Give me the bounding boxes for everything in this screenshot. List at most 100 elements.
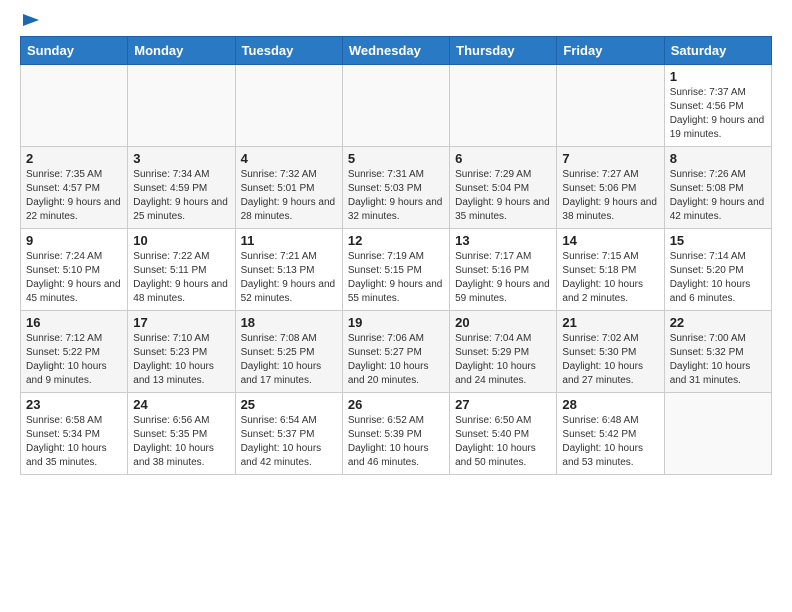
week-row-5: 23 Sunrise: 6:58 AM Sunset: 5:34 PM Dayli… xyxy=(21,393,772,475)
calendar-cell: 15Sunrise: 7:14 AM Sunset: 5:20 PM Dayli… xyxy=(664,229,771,311)
calendar-cell xyxy=(557,65,664,147)
calendar-cell: 18 Sunrise: 7:08 AM Sunset: 5:25 PM Dayli… xyxy=(235,311,342,393)
weekday-header-sunday: Sunday xyxy=(21,37,128,65)
day-info: Sunrise: 6:58 AM Sunset: 5:34 PM Dayligh… xyxy=(26,414,122,470)
week-row-2: 2Sunrise: 7:35 AM Sunset: 4:57 PM Daylig… xyxy=(21,147,772,229)
calendar-cell xyxy=(128,65,235,147)
day-number: 4 xyxy=(241,151,337,166)
logo xyxy=(20,16,43,26)
day-number: 17 xyxy=(133,315,229,330)
day-info: Sunrise: 7:34 AM Sunset: 4:59 PM Dayligh… xyxy=(133,168,229,224)
day-number: 7 xyxy=(562,151,658,166)
day-info: Sunrise: 6:52 AM Sunset: 5:39 PM Dayligh… xyxy=(348,414,444,470)
calendar-cell: 26 Sunrise: 6:52 AM Sunset: 5:39 PM Dayli… xyxy=(342,393,449,475)
calendar-page: SundayMondayTuesdayWednesdayThursdayFrid… xyxy=(0,0,792,491)
day-info: Sunrise: 6:50 AM Sunset: 5:40 PM Dayligh… xyxy=(455,414,551,470)
calendar-cell: 9Sunrise: 7:24 AM Sunset: 5:10 PM Daylig… xyxy=(21,229,128,311)
day-number: 12 xyxy=(348,233,444,248)
calendar-cell: 6 Sunrise: 7:29 AM Sunset: 5:04 PM Daylig… xyxy=(450,147,557,229)
weekday-header-row: SundayMondayTuesdayWednesdayThursdayFrid… xyxy=(21,37,772,65)
day-number: 26 xyxy=(348,397,444,412)
calendar-cell: 4 Sunrise: 7:32 AM Sunset: 5:01 PM Daylig… xyxy=(235,147,342,229)
calendar-cell xyxy=(235,65,342,147)
day-info: Sunrise: 7:26 AM Sunset: 5:08 PM Dayligh… xyxy=(670,168,766,224)
day-number: 23 xyxy=(26,397,122,412)
calendar-cell: 28Sunrise: 6:48 AM Sunset: 5:42 PM Dayli… xyxy=(557,393,664,475)
calendar-table: SundayMondayTuesdayWednesdayThursdayFrid… xyxy=(20,36,772,475)
calendar-cell: 16 Sunrise: 7:12 AM Sunset: 5:22 PM Dayli… xyxy=(21,311,128,393)
day-info: Sunrise: 7:31 AM Sunset: 5:03 PM Dayligh… xyxy=(348,168,444,224)
day-number: 9 xyxy=(26,233,122,248)
week-row-4: 16 Sunrise: 7:12 AM Sunset: 5:22 PM Dayli… xyxy=(21,311,772,393)
week-row-1: 1 Sunrise: 7:37 AM Sunset: 4:56 PM Daylig… xyxy=(21,65,772,147)
calendar-cell: 3Sunrise: 7:34 AM Sunset: 4:59 PM Daylig… xyxy=(128,147,235,229)
day-number: 22 xyxy=(670,315,766,330)
day-number: 14 xyxy=(562,233,658,248)
day-number: 21 xyxy=(562,315,658,330)
day-info: Sunrise: 7:37 AM Sunset: 4:56 PM Dayligh… xyxy=(670,86,766,142)
page-header xyxy=(20,16,772,26)
day-info: Sunrise: 7:14 AM Sunset: 5:20 PM Dayligh… xyxy=(670,250,766,306)
day-info: Sunrise: 6:54 AM Sunset: 5:37 PM Dayligh… xyxy=(241,414,337,470)
calendar-cell: 12 Sunrise: 7:19 AM Sunset: 5:15 PM Dayli… xyxy=(342,229,449,311)
day-info: Sunrise: 7:35 AM Sunset: 4:57 PM Dayligh… xyxy=(26,168,122,224)
calendar-cell: 22 Sunrise: 7:00 AM Sunset: 5:32 PM Dayli… xyxy=(664,311,771,393)
day-info: Sunrise: 7:21 AM Sunset: 5:13 PM Dayligh… xyxy=(241,250,337,306)
calendar-cell: 1 Sunrise: 7:37 AM Sunset: 4:56 PM Daylig… xyxy=(664,65,771,147)
calendar-cell: 25 Sunrise: 6:54 AM Sunset: 5:37 PM Dayli… xyxy=(235,393,342,475)
weekday-header-monday: Monday xyxy=(128,37,235,65)
day-info: Sunrise: 7:10 AM Sunset: 5:23 PM Dayligh… xyxy=(133,332,229,388)
day-number: 25 xyxy=(241,397,337,412)
day-number: 6 xyxy=(455,151,551,166)
calendar-cell: 19 Sunrise: 7:06 AM Sunset: 5:27 PM Dayli… xyxy=(342,311,449,393)
calendar-cell: 20 Sunrise: 7:04 AM Sunset: 5:29 PM Dayli… xyxy=(450,311,557,393)
day-number: 5 xyxy=(348,151,444,166)
day-info: Sunrise: 7:04 AM Sunset: 5:29 PM Dayligh… xyxy=(455,332,551,388)
calendar-cell: 23 Sunrise: 6:58 AM Sunset: 5:34 PM Dayli… xyxy=(21,393,128,475)
day-info: Sunrise: 7:19 AM Sunset: 5:15 PM Dayligh… xyxy=(348,250,444,306)
calendar-cell: 10 Sunrise: 7:22 AM Sunset: 5:11 PM Dayli… xyxy=(128,229,235,311)
day-info: Sunrise: 7:08 AM Sunset: 5:25 PM Dayligh… xyxy=(241,332,337,388)
weekday-header-friday: Friday xyxy=(557,37,664,65)
day-info: Sunrise: 7:29 AM Sunset: 5:04 PM Dayligh… xyxy=(455,168,551,224)
weekday-header-thursday: Thursday xyxy=(450,37,557,65)
calendar-cell xyxy=(450,65,557,147)
day-number: 10 xyxy=(133,233,229,248)
weekday-header-saturday: Saturday xyxy=(664,37,771,65)
week-row-3: 9Sunrise: 7:24 AM Sunset: 5:10 PM Daylig… xyxy=(21,229,772,311)
day-info: Sunrise: 7:00 AM Sunset: 5:32 PM Dayligh… xyxy=(670,332,766,388)
day-number: 1 xyxy=(670,69,766,84)
calendar-cell xyxy=(342,65,449,147)
calendar-cell: 2Sunrise: 7:35 AM Sunset: 4:57 PM Daylig… xyxy=(21,147,128,229)
day-number: 18 xyxy=(241,315,337,330)
day-info: Sunrise: 7:27 AM Sunset: 5:06 PM Dayligh… xyxy=(562,168,658,224)
calendar-cell xyxy=(21,65,128,147)
calendar-cell: 5 Sunrise: 7:31 AM Sunset: 5:03 PM Daylig… xyxy=(342,147,449,229)
day-info: Sunrise: 7:15 AM Sunset: 5:18 PM Dayligh… xyxy=(562,250,658,306)
day-number: 11 xyxy=(241,233,337,248)
day-number: 8 xyxy=(670,151,766,166)
calendar-cell: 7 Sunrise: 7:27 AM Sunset: 5:06 PM Daylig… xyxy=(557,147,664,229)
day-info: Sunrise: 7:12 AM Sunset: 5:22 PM Dayligh… xyxy=(26,332,122,388)
day-number: 28 xyxy=(562,397,658,412)
day-number: 24 xyxy=(133,397,229,412)
day-info: Sunrise: 7:22 AM Sunset: 5:11 PM Dayligh… xyxy=(133,250,229,306)
calendar-cell xyxy=(664,393,771,475)
weekday-header-wednesday: Wednesday xyxy=(342,37,449,65)
calendar-cell: 27 Sunrise: 6:50 AM Sunset: 5:40 PM Dayli… xyxy=(450,393,557,475)
day-info: Sunrise: 7:06 AM Sunset: 5:27 PM Dayligh… xyxy=(348,332,444,388)
day-number: 13 xyxy=(455,233,551,248)
calendar-cell: 21 Sunrise: 7:02 AM Sunset: 5:30 PM Dayli… xyxy=(557,311,664,393)
day-number: 20 xyxy=(455,315,551,330)
calendar-cell: 8 Sunrise: 7:26 AM Sunset: 5:08 PM Daylig… xyxy=(664,147,771,229)
weekday-header-tuesday: Tuesday xyxy=(235,37,342,65)
day-info: Sunrise: 7:32 AM Sunset: 5:01 PM Dayligh… xyxy=(241,168,337,224)
calendar-cell: 13Sunrise: 7:17 AM Sunset: 5:16 PM Dayli… xyxy=(450,229,557,311)
calendar-cell: 11 Sunrise: 7:21 AM Sunset: 5:13 PM Dayli… xyxy=(235,229,342,311)
day-number: 27 xyxy=(455,397,551,412)
day-number: 16 xyxy=(26,315,122,330)
calendar-cell: 24Sunrise: 6:56 AM Sunset: 5:35 PM Dayli… xyxy=(128,393,235,475)
calendar-cell: 17 Sunrise: 7:10 AM Sunset: 5:23 PM Dayli… xyxy=(128,311,235,393)
day-info: Sunrise: 7:02 AM Sunset: 5:30 PM Dayligh… xyxy=(562,332,658,388)
day-number: 19 xyxy=(348,315,444,330)
